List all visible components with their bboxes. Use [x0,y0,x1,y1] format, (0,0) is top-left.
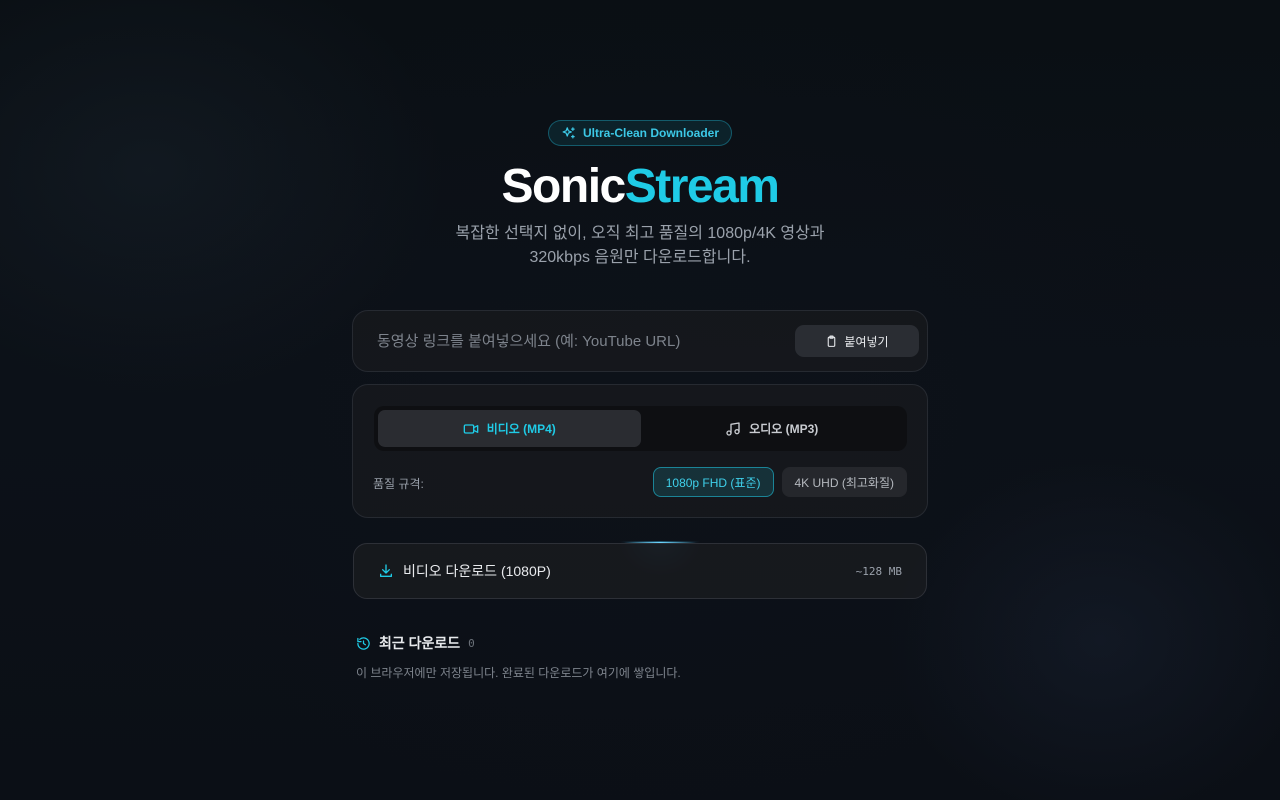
recent-downloads-header: 최근 다운로드 0 [356,633,475,653]
tab-audio[interactable]: 오디오 (MP3) [641,410,904,447]
music-note-icon [726,421,740,436]
quality-options: 1080p FHD (표준) 4K UHD (최고화질) [652,467,907,497]
paste-button[interactable]: 붙여넣기 [795,325,919,357]
tab-video-label: 비디오 (MP4) [486,422,556,436]
download-icon [380,564,392,577]
app-title-part1: Sonic [501,160,627,213]
url-input-panel: 붙여넣기 [352,310,928,372]
recent-downloads-count: 0 [468,636,475,650]
button-glow-line [624,542,696,543]
subtitle-line-1: 복잡한 선택지 없이, 오직 최고 품질의 1080p/4K 영상과 [455,225,825,242]
recent-downloads-title: 최근 다운로드 [379,635,461,651]
clipboard-icon [828,335,836,347]
history-icon [357,636,370,650]
options-panel: 비디오 (MP4) 오디오 (MP3) 품질 규격: 1080p FHD (표준… [352,384,928,518]
subtitle-line-2: 320kbps 음원만 다운로드합니다. [529,249,751,266]
url-input[interactable] [377,332,795,350]
quality-1080p-button[interactable]: 1080p FHD (표준) [652,467,774,497]
quality-4k-button[interactable]: 4K UHD (최고화질) [781,467,907,497]
recent-downloads-note: 이 브라우저에만 저장됩니다. 완료된 다운로드가 여기에 쌓입니다. [356,666,681,680]
app-title: SonicStream [352,160,928,214]
tab-video[interactable]: 비디오 (MP4) [378,410,641,447]
download-button-label: 비디오 다운로드 (1080P) [403,563,551,579]
format-tabs: 비디오 (MP4) 오디오 (MP3) [374,406,907,451]
download-button[interactable]: 비디오 다운로드 (1080P) ~128 MB [353,543,927,599]
download-size: ~128 MB [855,564,902,578]
sparkles-icon [562,126,575,138]
tagline-badge: Ultra-Clean Downloader [548,120,732,146]
badge-text: Ultra-Clean Downloader [582,126,720,140]
app-title-part2: Stream [624,160,780,213]
quality-label: 품질 규격: [373,477,424,491]
tab-audio-label: 오디오 (MP3) [749,422,819,436]
paste-button-label: 붙여넣기 [844,334,889,349]
app-subtitle: 복잡한 선택지 없이, 오직 최고 품질의 1080p/4K 영상과 320kb… [400,222,880,270]
video-camera-icon [463,423,479,434]
